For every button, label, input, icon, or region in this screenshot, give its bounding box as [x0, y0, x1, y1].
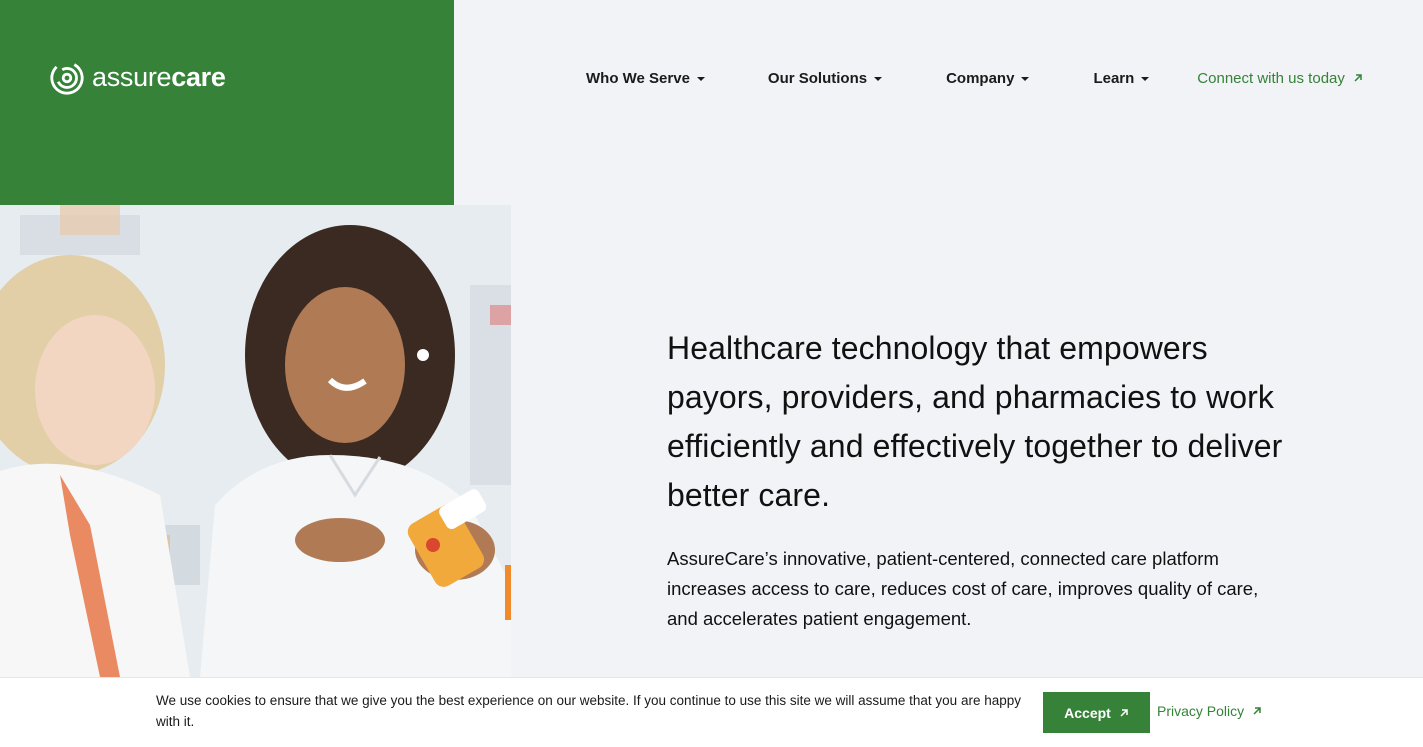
cookie-consent-bar: We use cookies to ensure that we give yo…: [0, 677, 1423, 747]
accept-cookies-button[interactable]: Accept: [1043, 692, 1150, 733]
caret-down-icon: [1021, 77, 1030, 81]
logo-text-light: assure: [92, 61, 172, 92]
pharmacy-scene-illustration: [0, 205, 511, 677]
cookie-message: We use cookies to ensure that we give yo…: [156, 693, 1021, 729]
nav-company[interactable]: Company: [946, 66, 1030, 90]
cta-label: Connect with us today: [1197, 69, 1345, 87]
privacy-policy-link[interactable]: Privacy Policy: [1157, 703, 1262, 719]
caret-down-icon: [696, 77, 705, 81]
caret-down-icon: [874, 77, 883, 81]
nav-who-we-serve[interactable]: Who We Serve: [586, 66, 705, 90]
logo[interactable]: assurecare: [48, 58, 226, 96]
logo-wordmark: assurecare: [92, 61, 226, 92]
hero-subtext: AssureCare’s innovative, patient-centere…: [667, 548, 1259, 629]
assurecare-logo-icon: [50, 61, 84, 95]
nav-label: Our Solutions: [767, 69, 868, 87]
arrow-up-right-icon: [1354, 74, 1362, 82]
nav-learn[interactable]: Learn: [1093, 66, 1150, 90]
nav-label: Learn: [1093, 69, 1135, 87]
caret-down-icon: [1141, 77, 1150, 81]
connect-cta-link[interactable]: Connect with us today: [1197, 70, 1363, 87]
brand-panel: assurecare: [0, 0, 454, 205]
arrow-up-right-icon: [1120, 708, 1128, 717]
hero-photo: [0, 205, 511, 677]
privacy-label: Privacy Policy: [1157, 703, 1245, 719]
arrow-up-right-icon: [1253, 707, 1261, 715]
nav-label: Who We Serve: [586, 69, 690, 87]
nav-our-solutions[interactable]: Our Solutions: [767, 66, 883, 90]
hero-headline: Healthcare technology that empowers payo…: [667, 330, 1283, 513]
logo-text-bold: care: [171, 61, 226, 92]
nav-label: Company: [946, 69, 1015, 87]
accept-label: Accept: [1064, 704, 1111, 721]
main-nav: Who We Serve Our Solutions Company Learn…: [586, 66, 1363, 90]
